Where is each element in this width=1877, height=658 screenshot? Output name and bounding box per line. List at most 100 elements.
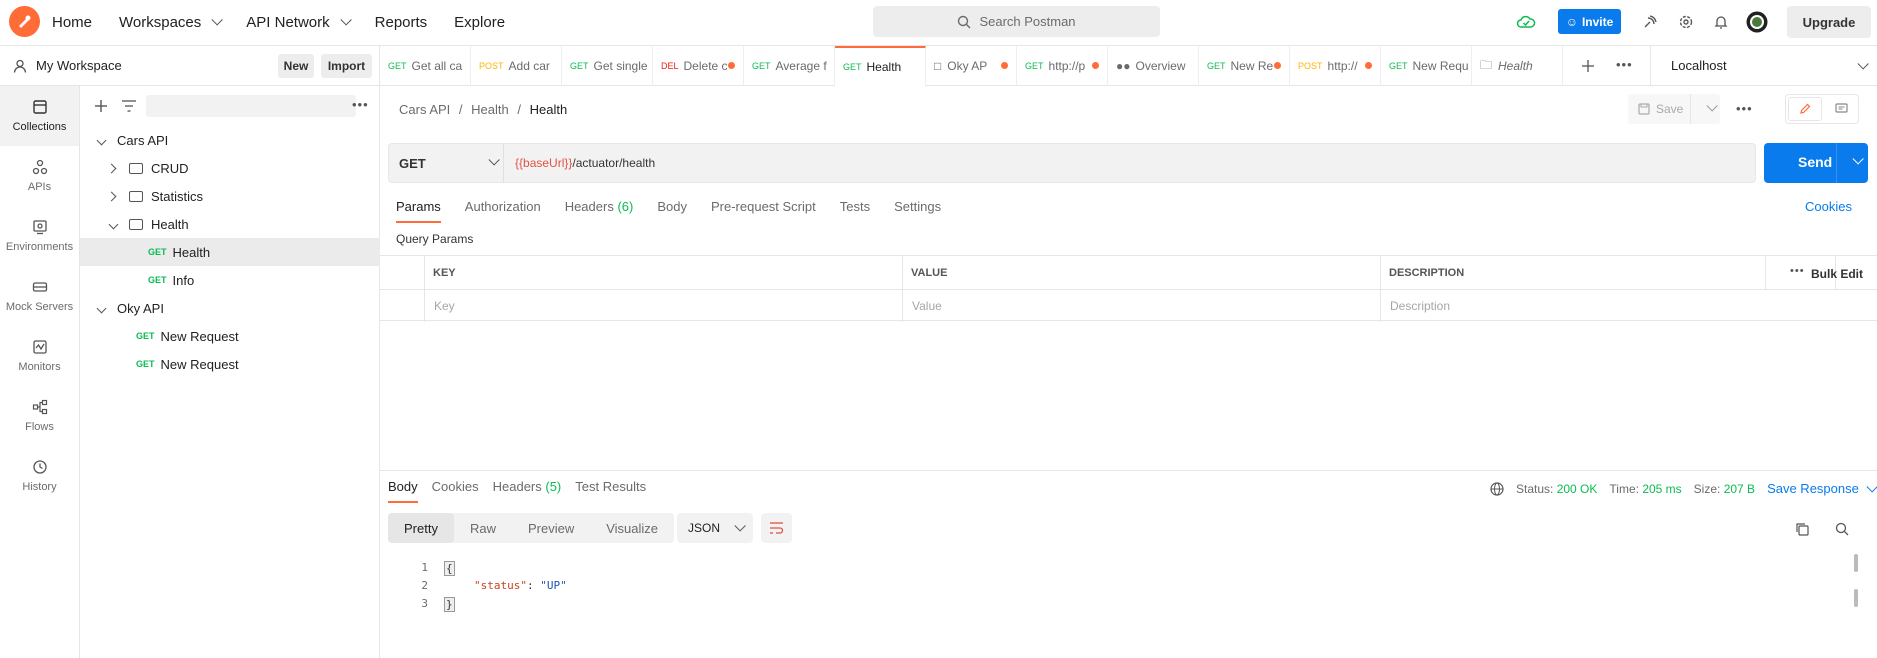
rail-environments[interactable]: Environments bbox=[0, 206, 79, 266]
tab-authorization[interactable]: Authorization bbox=[465, 199, 541, 223]
globe-icon[interactable] bbox=[1490, 481, 1504, 496]
tab-health-folder[interactable]: 🗀 Health bbox=[1472, 46, 1563, 86]
sidebar-toolbar: ••• bbox=[80, 86, 380, 126]
save-button[interactable]: Save bbox=[1656, 102, 1683, 116]
tree-item-info-request[interactable]: GET Info bbox=[80, 266, 380, 294]
tab-params[interactable]: Params bbox=[396, 199, 441, 223]
new-button[interactable]: New bbox=[278, 54, 314, 78]
import-button[interactable]: Import bbox=[321, 54, 372, 78]
tab-get-all-cars[interactable]: GET Get all ca bbox=[380, 46, 471, 86]
key-input[interactable]: Key bbox=[434, 299, 455, 313]
more-options-icon[interactable]: ••• bbox=[352, 97, 369, 112]
plus-icon[interactable] bbox=[94, 99, 108, 113]
search-input[interactable]: Search Postman bbox=[873, 6, 1160, 37]
bulk-edit-button[interactable]: Bulk Edit bbox=[1811, 267, 1863, 281]
tab-add-car[interactable]: POST Add car bbox=[471, 46, 562, 86]
tree-item-new-request[interactable]: GET New Request bbox=[80, 350, 380, 378]
tree-item-crud[interactable]: CRUD bbox=[80, 154, 380, 182]
tab-http-request[interactable]: GET http://p bbox=[1017, 46, 1108, 86]
rail-flows[interactable]: Flows bbox=[0, 386, 79, 446]
nav-explore[interactable]: Explore bbox=[454, 14, 505, 31]
tab-delete[interactable]: DEL Delete c bbox=[653, 46, 744, 86]
tab-average[interactable]: GET Average f bbox=[744, 46, 835, 86]
size-text: Size: 207 B bbox=[1693, 481, 1756, 496]
comments-icon[interactable] bbox=[1824, 97, 1858, 121]
tab-headers[interactable]: Headers (6) bbox=[565, 199, 634, 223]
main-nav: Home Workspaces API Network Reports Expl… bbox=[52, 0, 532, 44]
url-path: /actuator/health bbox=[572, 156, 656, 170]
copy-icon[interactable] bbox=[1795, 522, 1809, 536]
tree-item-health-folder[interactable]: Health bbox=[80, 210, 380, 238]
send-button[interactable]: Send bbox=[1798, 154, 1832, 170]
response-tab-body[interactable]: Body bbox=[388, 479, 418, 503]
tab-settings[interactable]: Settings bbox=[894, 199, 941, 223]
edit-pencil-icon[interactable] bbox=[1788, 97, 1822, 121]
tab-get-single[interactable]: GET Get single bbox=[562, 46, 653, 86]
new-tab-plus-icon[interactable] bbox=[1581, 59, 1595, 73]
nav-home[interactable]: Home bbox=[52, 14, 92, 31]
rail-mock-servers[interactable]: Mock Servers bbox=[0, 266, 79, 326]
tab-new-request[interactable]: GET New Requ bbox=[1381, 46, 1472, 86]
folder-icon bbox=[129, 162, 143, 174]
tab-tests[interactable]: Tests bbox=[840, 199, 870, 223]
save-response-button[interactable]: Save Response bbox=[1767, 481, 1877, 496]
nav-reports[interactable]: Reports bbox=[375, 14, 428, 31]
tree-item-cars-api[interactable]: Cars API bbox=[80, 126, 380, 154]
description-input[interactable]: Description bbox=[1390, 299, 1450, 313]
tree-item-oky-api[interactable]: Oky API bbox=[80, 294, 380, 322]
scrollbar-thumb[interactable] bbox=[1854, 554, 1858, 572]
request-more-icon[interactable]: ••• bbox=[1736, 101, 1753, 116]
nav-api-network[interactable]: API Network bbox=[246, 14, 352, 31]
send-options-chevron-icon[interactable] bbox=[1852, 153, 1864, 165]
url-input[interactable]: {{baseUrl}}/actuator/health bbox=[515, 156, 655, 170]
view-pretty[interactable]: Pretty bbox=[388, 513, 454, 543]
table-more-icon[interactable]: ••• bbox=[1790, 265, 1805, 277]
upgrade-button[interactable]: Upgrade bbox=[1787, 6, 1871, 38]
method-badge: GET bbox=[148, 247, 167, 257]
breadcrumb-folder[interactable]: Health bbox=[471, 102, 509, 117]
tab-new-request[interactable]: GET New Re bbox=[1199, 46, 1290, 86]
status-text: Status: 200 OK bbox=[1516, 481, 1598, 496]
response-tab-headers[interactable]: Headers (5) bbox=[493, 479, 562, 503]
scrollbar-thumb[interactable] bbox=[1854, 589, 1858, 607]
tab-pre-request-script[interactable]: Pre-request Script bbox=[711, 199, 816, 223]
tree-item-health-request[interactable]: GET Health bbox=[80, 238, 380, 266]
tab-oky-api[interactable]: □ Oky AP bbox=[926, 46, 1017, 86]
rail-monitors[interactable]: Monitors bbox=[0, 326, 79, 386]
invite-button[interactable]: ☺ Invite bbox=[1558, 9, 1621, 34]
tab-health-active[interactable]: GET Health bbox=[835, 46, 926, 86]
response-tab-cookies[interactable]: Cookies bbox=[432, 479, 479, 503]
rail-history[interactable]: History bbox=[0, 446, 79, 506]
save-dropdown-chevron-icon[interactable] bbox=[1706, 100, 1718, 112]
avatar[interactable] bbox=[1746, 11, 1768, 33]
settings-gear-icon[interactable] bbox=[1675, 11, 1697, 33]
nav-workspaces[interactable]: Workspaces bbox=[119, 14, 224, 31]
http-method-select[interactable]: GET bbox=[389, 144, 504, 182]
rail-collections[interactable]: Collections bbox=[0, 86, 79, 146]
wrap-lines-button[interactable] bbox=[761, 513, 792, 543]
postman-logo-icon[interactable] bbox=[9, 6, 40, 37]
tabs-more-icon[interactable]: ••• bbox=[1616, 57, 1633, 72]
tab-body[interactable]: Body bbox=[657, 199, 687, 223]
sync-cloud-icon[interactable] bbox=[1515, 11, 1537, 33]
tab-overview[interactable]: ●● Overview bbox=[1108, 46, 1199, 86]
cookies-link[interactable]: Cookies bbox=[1805, 199, 1852, 214]
tree-item-new-request[interactable]: GET New Request bbox=[80, 322, 380, 350]
tree-item-statistics[interactable]: Statistics bbox=[80, 182, 380, 210]
filter-icon[interactable] bbox=[122, 100, 136, 112]
satellite-icon[interactable] bbox=[1639, 11, 1661, 33]
search-icon[interactable] bbox=[1835, 522, 1849, 536]
view-raw[interactable]: Raw bbox=[454, 513, 512, 543]
sidebar-search-input[interactable] bbox=[146, 95, 356, 117]
environment-selector[interactable]: Localhost bbox=[1650, 46, 1877, 86]
value-input[interactable]: Value bbox=[912, 299, 942, 313]
tab-post-http[interactable]: POST http:// bbox=[1290, 46, 1381, 86]
breadcrumb-collection[interactable]: Cars API bbox=[399, 102, 450, 117]
view-visualize[interactable]: Visualize bbox=[590, 513, 674, 543]
response-tab-test-results[interactable]: Test Results bbox=[575, 479, 646, 503]
rail-apis[interactable]: APIs bbox=[0, 146, 79, 206]
divider bbox=[1836, 143, 1837, 183]
view-preview[interactable]: Preview bbox=[512, 513, 590, 543]
notifications-bell-icon[interactable] bbox=[1710, 11, 1732, 33]
format-select[interactable]: JSON bbox=[677, 513, 753, 543]
